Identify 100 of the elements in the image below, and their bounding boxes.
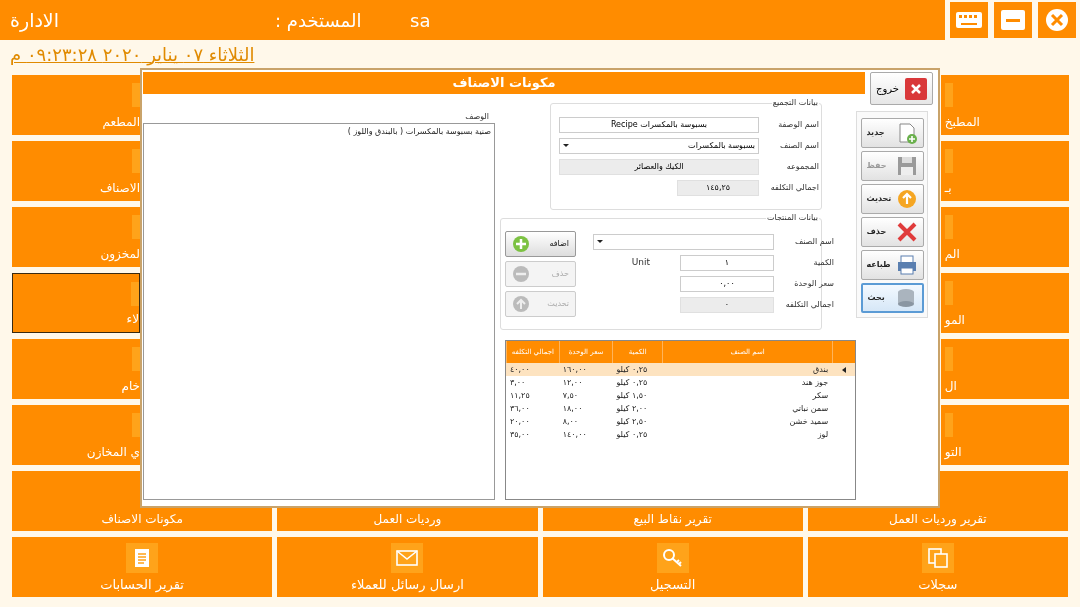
minimize-icon bbox=[998, 7, 1028, 33]
table-cell-text: سميد خشن bbox=[788, 415, 830, 428]
tile-label: المطبخ bbox=[944, 114, 980, 131]
table-cell-text: جوز هند bbox=[800, 376, 830, 389]
search-button[interactable]: بحث bbox=[860, 283, 924, 313]
menu-tile[interactable]: خام bbox=[12, 339, 140, 399]
tile-icon bbox=[132, 413, 140, 437]
tile-label: ورديات العمل bbox=[373, 511, 442, 528]
menu-tile[interactable]: لمخزون bbox=[12, 207, 140, 267]
tile-label: تقرير نقاط البيع bbox=[633, 511, 712, 528]
tile-label: المو bbox=[944, 312, 965, 329]
input-field[interactable]: ١ bbox=[680, 254, 774, 271]
tile-icon bbox=[944, 215, 953, 239]
table-cell-text: ٧,٥٠ bbox=[561, 389, 580, 402]
table-cell-text: ٣٥,٠٠ bbox=[509, 428, 531, 441]
table-cell-text: ٢٠,٠٠ bbox=[509, 415, 531, 428]
field-label: اسم الصنف bbox=[793, 235, 835, 248]
tile-label: الم bbox=[944, 246, 960, 263]
input-field[interactable]: ٠,٠٠ bbox=[680, 275, 774, 292]
table-cell-text: لوز bbox=[816, 428, 830, 441]
menu-tile[interactable]: ي المخازن bbox=[12, 405, 140, 465]
tile-label: التو bbox=[944, 444, 962, 461]
table-cell-text: ٣,٠٠ bbox=[509, 376, 527, 389]
field-label: اسم الصنف bbox=[778, 139, 820, 152]
table-cell-text: ١١,٢٥ bbox=[509, 389, 531, 402]
tile-label: لمخزون bbox=[100, 246, 140, 263]
user-label: المستخدم : bbox=[275, 8, 363, 33]
table-cell-text: ٠,٢٥ كيلو bbox=[615, 363, 649, 376]
group-title: بيانات التجميع bbox=[771, 97, 819, 109]
delete-button[interactable]: حذف bbox=[860, 217, 924, 247]
caret-icon bbox=[597, 240, 603, 243]
tile-icon bbox=[944, 83, 953, 107]
menu-tile[interactable]: المطعم bbox=[12, 75, 140, 135]
menu-tile[interactable]: الاصناف bbox=[12, 141, 140, 201]
row-pointer-icon bbox=[841, 366, 846, 373]
tile-icon bbox=[132, 83, 140, 107]
menu-tile[interactable]: ارسال رسائل للعملاء bbox=[277, 537, 538, 597]
input-field[interactable]: بسبوسة بالمكسرات Recipe bbox=[559, 116, 759, 133]
user-name: sa bbox=[410, 8, 431, 33]
menu-tile[interactable]: لاء bbox=[12, 273, 140, 333]
table-cell-text: ٢,٠٠ كيلو bbox=[615, 402, 649, 415]
key-icon bbox=[660, 546, 685, 570]
new-button[interactable]: جديد bbox=[860, 118, 924, 148]
field-label: سعر الوحدة bbox=[793, 277, 835, 290]
tile-label: المطعم bbox=[102, 114, 140, 131]
minus-icon bbox=[512, 265, 530, 283]
table-row[interactable]: بندق ٠,٢٥ كيلو ١٦٠,٠٠ ٤٠,٠٠ bbox=[506, 363, 855, 376]
refresh-button[interactable]: تحديث bbox=[860, 184, 924, 214]
printer-icon bbox=[895, 254, 918, 276]
menu-tile[interactable]: تقرير الحسابات bbox=[12, 537, 273, 597]
tile-label: لاء bbox=[126, 311, 139, 328]
field-label: اسم الوصفة bbox=[777, 118, 820, 131]
field-label: اجمالي التكلفه bbox=[784, 298, 835, 311]
menu-tile[interactable]: المطبخ bbox=[940, 75, 1069, 135]
table-cell-text: ٠,٢٥ كيلو bbox=[615, 428, 649, 441]
tile-label: بـ bbox=[944, 180, 952, 197]
menu-tile[interactable]: بـ bbox=[940, 141, 1069, 201]
readonly-field: ٠ bbox=[680, 296, 774, 313]
tile-icon bbox=[944, 347, 953, 371]
keyboard-button[interactable] bbox=[950, 2, 988, 38]
print-button[interactable]: طباعه bbox=[860, 250, 924, 280]
tile-icon bbox=[131, 282, 139, 306]
menu-tile[interactable]: ال bbox=[940, 339, 1069, 399]
plus-icon bbox=[512, 235, 530, 253]
menu-tile[interactable]: سجلات bbox=[807, 537, 1068, 597]
table-cell-text: ١,٥٠ كيلو bbox=[615, 389, 649, 402]
field-label: المجموعه bbox=[785, 160, 820, 173]
readonly-field: الكيك والعصائر bbox=[559, 158, 759, 175]
date-time: الثلاثاء ٠٧ يناير ٢٠٢٠ ٠٩:٢٣:٢٨ م bbox=[10, 42, 255, 68]
unit-label: Unit bbox=[631, 255, 650, 269]
tile-label: مكونات الاصناف bbox=[101, 511, 183, 528]
menu-tile[interactable]: الم bbox=[940, 207, 1069, 267]
exit-button[interactable]: خروج bbox=[870, 72, 933, 105]
table-cell-text: ٣٦,٠٠ bbox=[509, 402, 531, 415]
dropdown-field[interactable] bbox=[593, 233, 774, 250]
minimize-button[interactable] bbox=[994, 2, 1032, 38]
close-button[interactable] bbox=[1038, 2, 1076, 38]
tile-label: ال bbox=[944, 378, 957, 395]
menu-tile[interactable]: التسجيل bbox=[542, 537, 803, 597]
table-cell-text: ٤٠,٠٠ bbox=[509, 363, 531, 376]
description-field[interactable]: صنية بسبوسة بالمكسرات ( بالبندق واللوز ) bbox=[143, 123, 495, 500]
table-cell-text: ١٨,٠٠ bbox=[561, 402, 584, 415]
field-label: اجمالي التكلفه bbox=[769, 181, 820, 194]
table-cell-text: ١٤٠,٠٠ bbox=[561, 428, 588, 441]
menu-tile[interactable]: المو bbox=[940, 273, 1069, 333]
tile-icon bbox=[944, 413, 953, 437]
add-button[interactable]: اضافه bbox=[505, 231, 576, 257]
tile-icon bbox=[132, 149, 140, 173]
table-cell-text: سمن نباتي bbox=[791, 402, 830, 415]
table-cell-text: ٠,٢٥ كيلو bbox=[615, 376, 649, 389]
cross-icon bbox=[895, 221, 918, 243]
group-title: بيانات المنتجات bbox=[765, 212, 819, 224]
dropdown-field[interactable]: بسبوسة بالمكسرات bbox=[559, 137, 759, 154]
menu-tile[interactable]: التو bbox=[940, 405, 1069, 465]
tile-label: تقرير ورديات العمل bbox=[889, 511, 987, 528]
tile-icon bbox=[132, 215, 140, 239]
tile-label: ي المخازن bbox=[86, 444, 140, 461]
field-label: الكمية bbox=[812, 256, 835, 269]
copy-icon bbox=[925, 546, 950, 570]
caret-icon bbox=[563, 144, 569, 147]
